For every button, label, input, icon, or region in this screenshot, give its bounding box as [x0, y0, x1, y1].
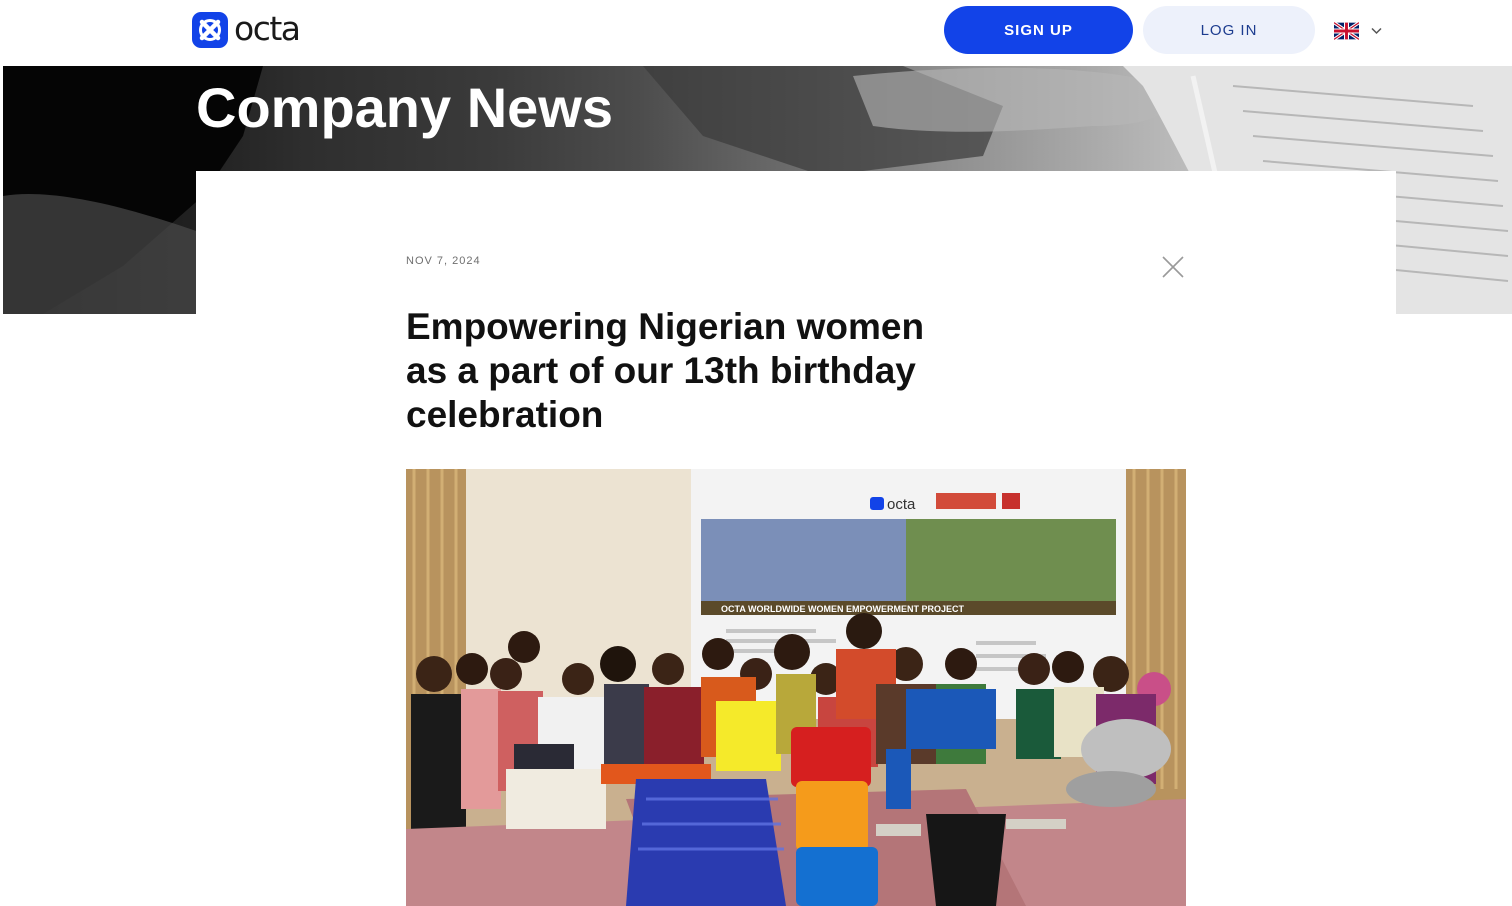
uk-flag-icon: [1334, 22, 1359, 40]
top-navigation-bar: octa SIGN UP LOG IN: [0, 0, 1512, 66]
article-title: Empowering Nigerian women as a part of o…: [406, 306, 925, 435]
banner-caption: OCTA WORLDWIDE WOMEN EMPOWERMENT PROJECT: [721, 604, 964, 614]
banner-brand: octa: [887, 496, 916, 513]
chevron-down-icon: [1371, 27, 1382, 35]
close-icon: [1162, 256, 1184, 278]
octa-logo-icon: [192, 12, 228, 48]
sign-up-button[interactable]: SIGN UP: [944, 6, 1133, 54]
brand-name: octa: [234, 8, 301, 48]
group-photo-illustration: OCTA WORLDWIDE WOMEN EMPOWERMENT PROJECT…: [406, 469, 1186, 906]
page-title: Company News: [196, 76, 613, 139]
article-photo: OCTA WORLDWIDE WOMEN EMPOWERMENT PROJECT…: [406, 469, 1186, 906]
language-selector[interactable]: [1334, 20, 1382, 42]
article-date: NOV 7, 2024: [406, 255, 481, 267]
close-article-button[interactable]: [1160, 254, 1186, 280]
octa-logo[interactable]: octa: [192, 8, 301, 49]
log-in-button[interactable]: LOG IN: [1143, 6, 1315, 54]
